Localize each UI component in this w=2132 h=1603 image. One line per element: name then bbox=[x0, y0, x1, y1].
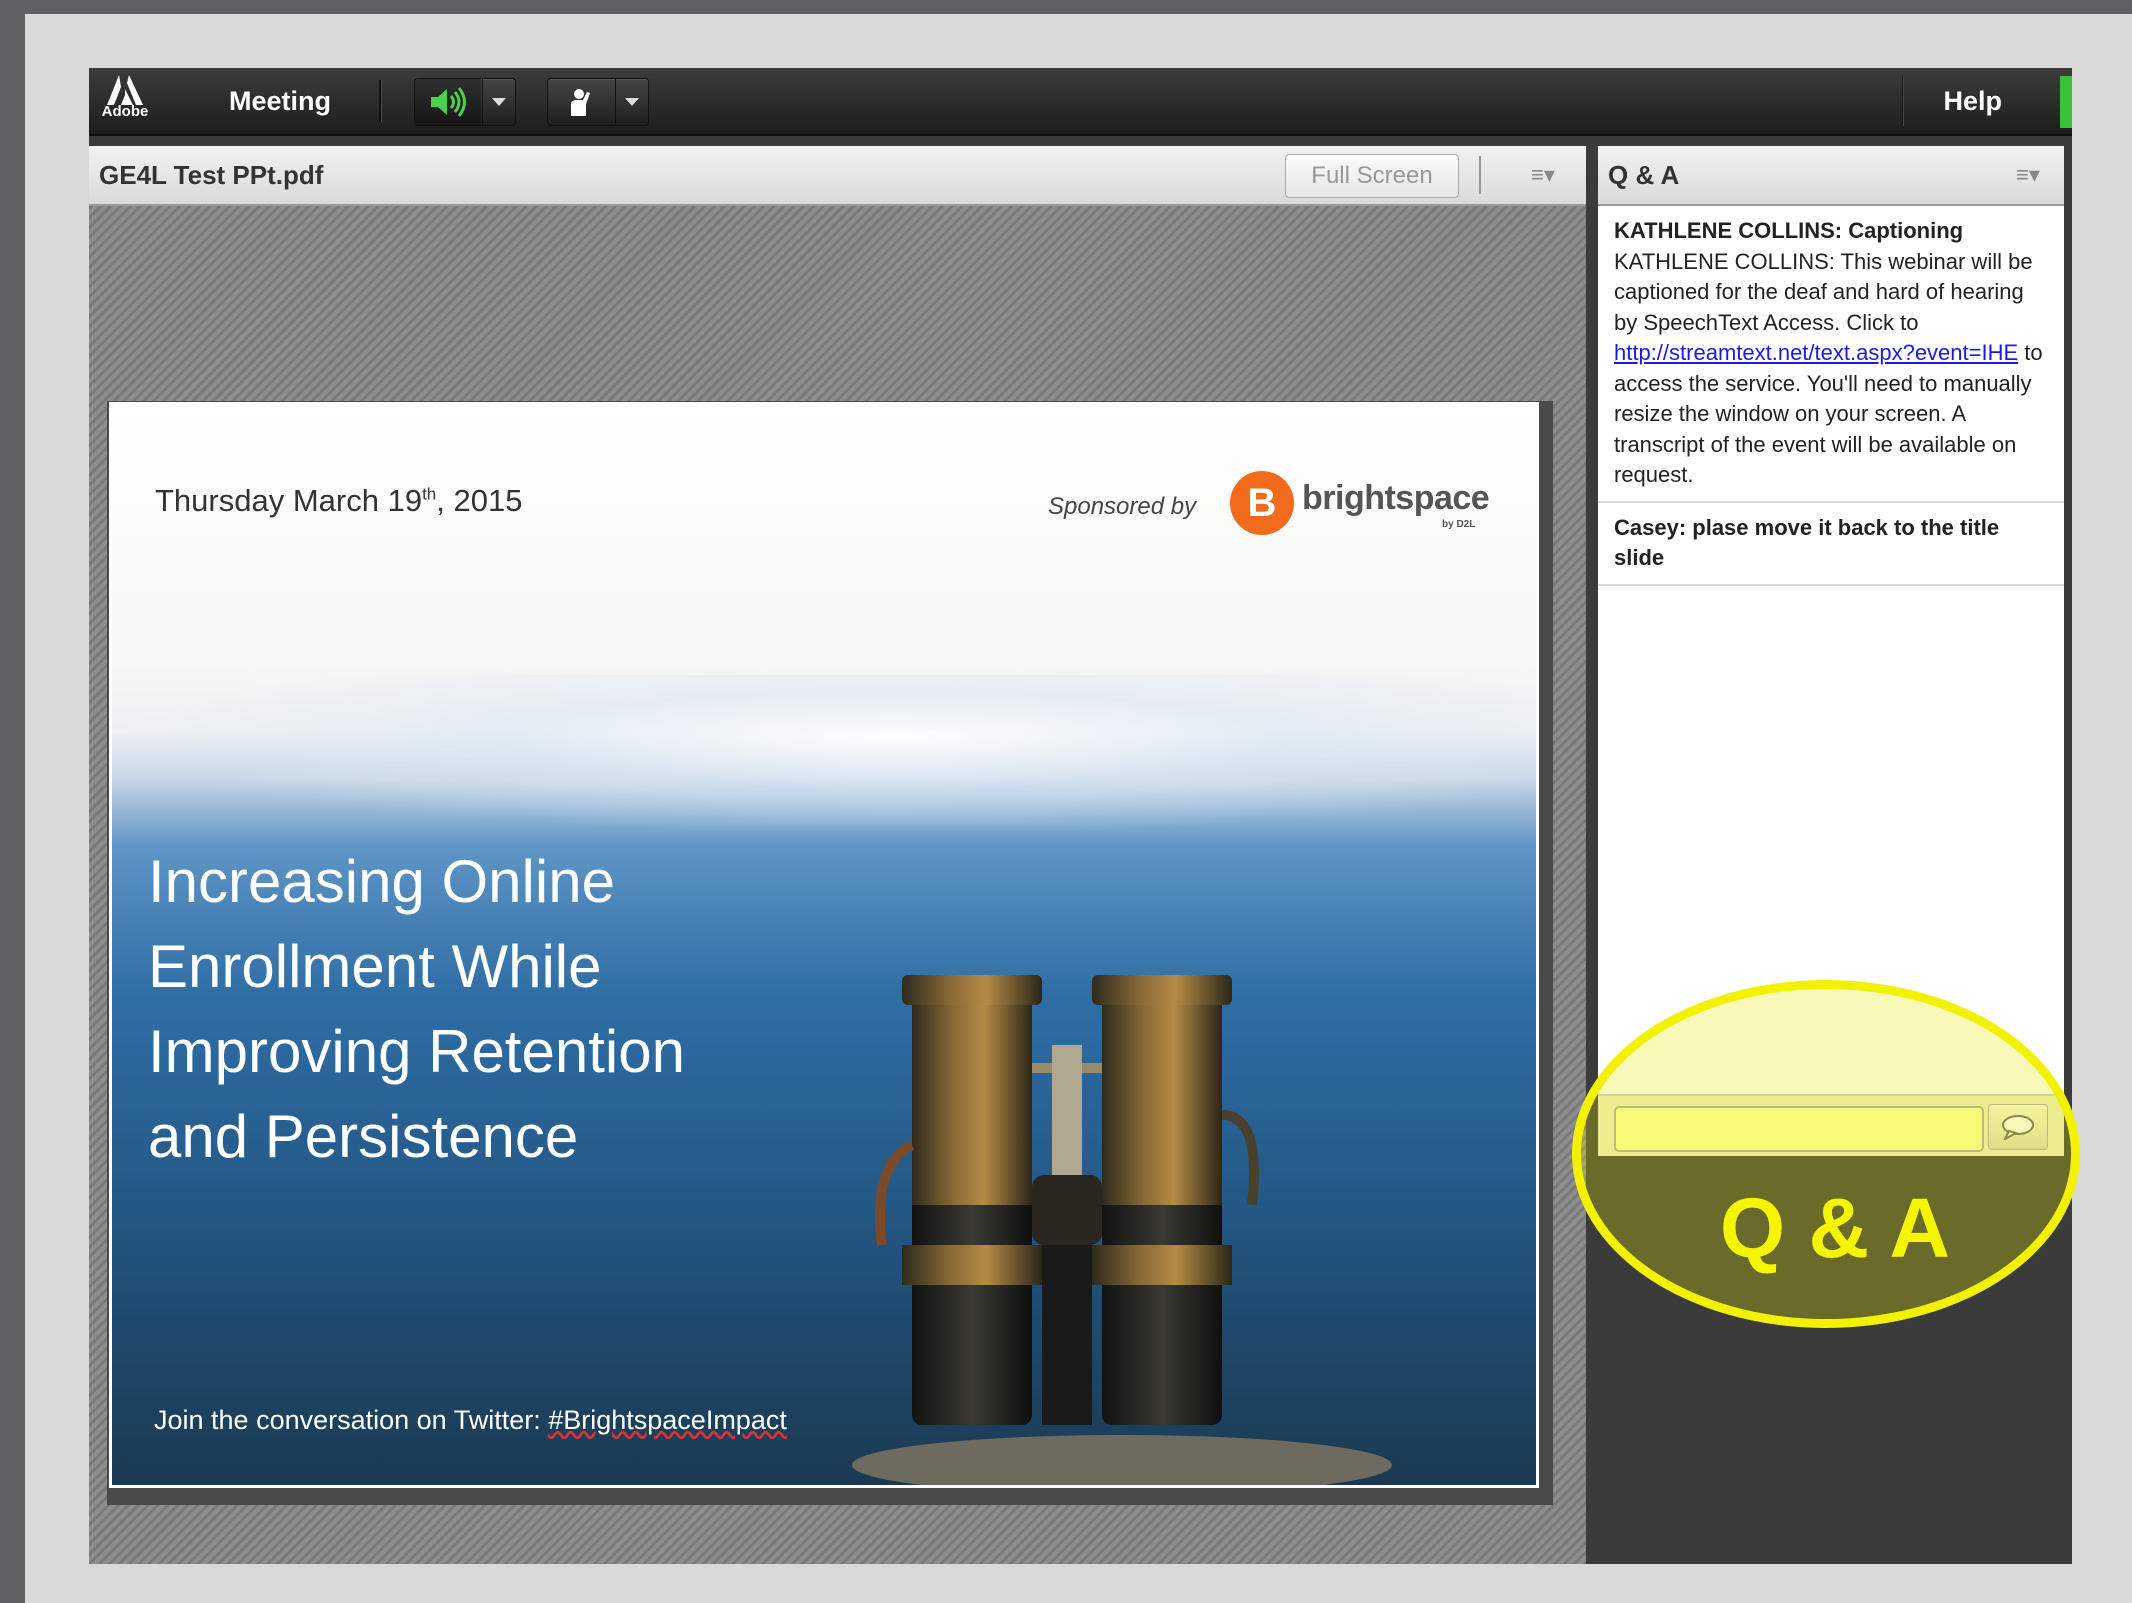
presentation-slide: Thursday March 19th, 2015 Sponsored by B… bbox=[109, 402, 1539, 1488]
raise-hand-icon[interactable] bbox=[548, 79, 614, 125]
slide-date: Thursday March 19th, 2015 bbox=[155, 483, 523, 518]
status-dropdown[interactable] bbox=[615, 79, 648, 125]
qa-highlight-label: Q & A bbox=[1719, 1181, 1951, 1275]
brightspace-logo: B bbox=[1230, 471, 1294, 535]
menubar-divider bbox=[1902, 76, 1904, 126]
mountain-haze bbox=[112, 675, 1536, 835]
adobe-connect-window: Adobe Meeting Help GE4L Test PPt.pdf Ful… bbox=[89, 68, 2072, 1564]
full-screen-button[interactable]: Full Screen bbox=[1285, 154, 1459, 198]
captioning-link[interactable]: http://streamtext.net/text.aspx?event=IH… bbox=[1614, 340, 2018, 365]
headline-line: Enrollment While bbox=[148, 933, 602, 1000]
speaker-icon[interactable] bbox=[415, 79, 481, 125]
header-divider bbox=[1479, 156, 1481, 194]
brightspace-wordmark: brightspace bbox=[1302, 479, 1490, 517]
chevron-down-icon bbox=[625, 98, 639, 106]
share-pod-title: GE4L Test PPt.pdf bbox=[99, 160, 324, 190]
adobe-logo: Adobe bbox=[101, 75, 149, 127]
qa-message-body: KATHLENE COLLINS: This webinar will be c… bbox=[1614, 248, 2043, 488]
twitter-callout: Join the conversation on Twitter: #Brigh… bbox=[154, 1405, 787, 1435]
headline-line: Improving Retention bbox=[148, 1018, 685, 1085]
menubar-divider bbox=[379, 80, 382, 122]
share-stage: Thursday March 19th, 2015 Sponsored by B… bbox=[89, 206, 1586, 1564]
audio-button[interactable] bbox=[414, 78, 516, 126]
binoculars-image bbox=[852, 975, 1392, 1485]
qa-message: Casey: plase move it back to the title s… bbox=[1598, 503, 2064, 586]
headline-line: and Persistence bbox=[148, 1103, 579, 1170]
menubar: Adobe Meeting Help bbox=[89, 68, 2072, 136]
share-pod-header: GE4L Test PPt.pdf Full Screen ≡▾ bbox=[89, 146, 1586, 206]
qa-message-author: Casey: plase move it back to the title s… bbox=[1614, 514, 2000, 571]
help-menu[interactable]: Help bbox=[1943, 68, 2002, 134]
qa-pod-header: Q & A ≡▾ bbox=[1598, 146, 2064, 206]
chevron-down-icon bbox=[492, 98, 506, 106]
qa-message: KATHLENE COLLINS: Captioning KATHLENE CO… bbox=[1598, 206, 2064, 503]
slide-headline: Increasing Online Enrollment While Impro… bbox=[148, 839, 848, 1179]
pod-options-icon[interactable]: ≡▾ bbox=[1523, 160, 1563, 190]
qa-message-list[interactable]: KATHLENE COLLINS: Captioning KATHLENE CO… bbox=[1598, 206, 2064, 1094]
brightspace-subtext: by D2L bbox=[1442, 519, 1476, 530]
qa-message-author: KATHLENE COLLINS: Captioning bbox=[1614, 218, 1964, 243]
connection-indicator bbox=[2060, 76, 2072, 128]
headline-line: Increasing Online bbox=[148, 848, 615, 915]
pod-options-icon[interactable]: ≡▾ bbox=[2008, 160, 2048, 190]
qa-pod-title: Q & A bbox=[1608, 160, 1680, 190]
adobe-logo-text: Adobe bbox=[101, 103, 149, 120]
status-button[interactable] bbox=[547, 78, 649, 126]
twitter-hashtag: #BrightspaceImpact bbox=[548, 1405, 787, 1435]
qa-pod: Q & A ≡▾ KATHLENE COLLINS: Captioning KA… bbox=[1598, 146, 2064, 1564]
meeting-menu[interactable]: Meeting bbox=[229, 68, 331, 134]
sponsored-by-text: Sponsored by bbox=[1048, 493, 1197, 520]
share-pod: GE4L Test PPt.pdf Full Screen ≡▾ Thursda… bbox=[89, 146, 1586, 1564]
audio-dropdown[interactable] bbox=[482, 79, 515, 125]
